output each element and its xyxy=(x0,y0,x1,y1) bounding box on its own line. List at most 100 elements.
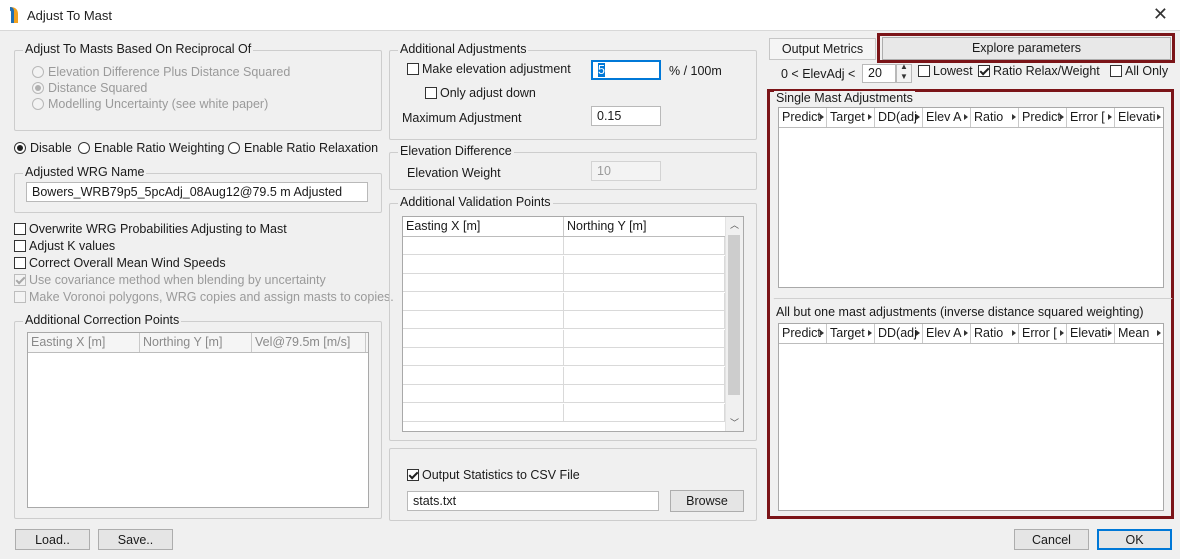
column-menu-icon[interactable] xyxy=(964,114,968,120)
elevation-adjustment-input[interactable]: 5 xyxy=(591,60,661,80)
table-cell[interactable] xyxy=(403,366,564,384)
radio-distance-squared[interactable]: Distance Squared xyxy=(32,81,147,95)
checkbox-output-statistics[interactable]: Output Statistics to CSV File xyxy=(407,468,580,482)
tab-output-metrics[interactable]: Output Metrics xyxy=(769,38,876,60)
stats-filename-input[interactable]: stats.txt xyxy=(407,491,659,511)
column-header[interactable]: Error [ xyxy=(1019,324,1067,343)
table-cell[interactable] xyxy=(564,237,725,254)
column-menu-icon[interactable] xyxy=(916,330,920,336)
column-header[interactable]: Elevati xyxy=(1115,108,1163,127)
table-cell[interactable] xyxy=(403,311,564,328)
cancel-button[interactable]: Cancel xyxy=(1014,529,1089,550)
column-header[interactable]: Predict xyxy=(779,324,827,343)
table-cell[interactable] xyxy=(403,329,564,347)
checkbox-covariance[interactable]: Use covariance method when blending by u… xyxy=(14,273,326,287)
column-menu-icon[interactable] xyxy=(820,330,824,336)
vertical-scrollbar[interactable]: ︿ ﹀ xyxy=(725,217,743,431)
scroll-up-icon[interactable]: ︿ xyxy=(730,218,739,231)
radio-elevation-distance[interactable]: Elevation Difference Plus Distance Squar… xyxy=(32,65,290,79)
radio-modelling-uncertainty[interactable]: Modelling Uncertainty (see white paper) xyxy=(32,97,268,111)
validation-points-table[interactable]: Easting X [m] Northing Y [m] ︿ ﹀ xyxy=(402,216,744,432)
table-cell[interactable] xyxy=(564,292,725,310)
table-row[interactable] xyxy=(403,366,725,385)
column-header[interactable]: Elevati xyxy=(1067,324,1115,343)
scroll-down-icon[interactable]: ﹀ xyxy=(730,416,739,429)
all-but-one-table[interactable]: Predict Target DD(adj Elev A Ratio Error… xyxy=(778,323,1164,511)
table-row[interactable] xyxy=(403,329,725,348)
table-row[interactable] xyxy=(403,311,725,329)
column-menu-icon[interactable] xyxy=(1108,114,1112,120)
ok-button[interactable]: OK xyxy=(1097,529,1172,550)
column-header[interactable]: Ratio xyxy=(971,108,1019,127)
elevadj-spinner[interactable]: ▲ ▼ xyxy=(896,62,912,83)
column-menu-icon[interactable] xyxy=(820,114,824,120)
table-cell[interactable] xyxy=(403,255,564,273)
save-button[interactable]: Save.. xyxy=(98,529,173,550)
column-header[interactable]: DD(adj xyxy=(875,108,923,127)
table-row[interactable] xyxy=(403,255,725,274)
column-menu-icon[interactable] xyxy=(1108,330,1112,336)
single-mast-table[interactable]: Predict Target DD(adj Elev A Ratio Predi… xyxy=(778,107,1164,288)
table-cell[interactable] xyxy=(403,237,564,254)
column-header[interactable]: DD(adj xyxy=(875,324,923,343)
table-cell[interactable] xyxy=(403,385,564,402)
column-menu-icon[interactable] xyxy=(1012,330,1016,336)
table-cell[interactable] xyxy=(564,403,725,421)
max-adjustment-input[interactable]: 0.15 xyxy=(591,106,661,126)
table-cell[interactable] xyxy=(564,366,725,384)
column-header[interactable]: Easting X [m] xyxy=(28,333,140,352)
checkbox-ratio-relax-weight[interactable]: Ratio Relax/Weight xyxy=(978,64,1100,78)
radio-enable-ratio-weighting[interactable]: Enable Ratio Weighting xyxy=(78,141,224,155)
elevation-weight-input[interactable]: 10 xyxy=(591,161,661,181)
adjusted-wrg-name-input[interactable]: Bowers_WRB79p5_5pcAdj_08Aug12@79.5 m Adj… xyxy=(26,182,368,202)
correction-points-table[interactable]: Easting X [m] Northing Y [m] Vel@79.5m [… xyxy=(27,332,369,508)
column-header[interactable]: Northing Y [m] xyxy=(564,217,725,236)
column-header[interactable]: Elev A xyxy=(923,324,971,343)
table-row[interactable] xyxy=(403,403,725,422)
column-menu-icon[interactable] xyxy=(916,114,920,120)
table-row[interactable] xyxy=(403,292,725,311)
table-cell[interactable] xyxy=(403,292,564,310)
column-menu-icon[interactable] xyxy=(1012,114,1016,120)
table-row[interactable] xyxy=(403,237,725,255)
column-header[interactable]: Predict xyxy=(1019,108,1067,127)
checkbox-adjust-k[interactable]: Adjust K values xyxy=(14,239,115,253)
column-menu-icon[interactable] xyxy=(964,330,968,336)
checkbox-lowest[interactable]: Lowest xyxy=(918,64,973,78)
table-row[interactable] xyxy=(403,348,725,366)
column-header[interactable]: Mean xyxy=(1115,324,1163,343)
checkbox-correct-mean[interactable]: Correct Overall Mean Wind Speeds xyxy=(14,256,226,270)
column-menu-icon[interactable] xyxy=(1157,330,1161,336)
table-cell[interactable] xyxy=(564,311,725,328)
column-header[interactable]: Vel@79.5m [m/s] xyxy=(252,333,366,352)
table-row[interactable] xyxy=(403,274,725,292)
column-menu-icon[interactable] xyxy=(1157,114,1161,120)
column-header[interactable]: Target xyxy=(827,324,875,343)
column-header[interactable]: Easting X [m] xyxy=(403,217,564,236)
spin-up-icon[interactable]: ▲ xyxy=(900,62,908,71)
column-header[interactable]: Predict xyxy=(779,108,827,127)
checkbox-all-only[interactable]: All Only xyxy=(1110,64,1168,78)
checkbox-only-adjust-down[interactable]: Only adjust down xyxy=(425,86,536,100)
column-menu-icon[interactable] xyxy=(868,330,872,336)
load-button[interactable]: Load.. xyxy=(15,529,90,550)
elevadj-input[interactable]: 20 xyxy=(862,64,896,83)
scrollbar-thumb[interactable] xyxy=(728,235,740,395)
table-cell[interactable] xyxy=(403,348,564,365)
column-menu-icon[interactable] xyxy=(1060,330,1064,336)
browse-button[interactable]: Browse xyxy=(670,490,744,512)
table-cell[interactable] xyxy=(564,274,725,291)
checkbox-voronoi[interactable]: Make Voronoi polygons, WRG copies and as… xyxy=(14,290,394,304)
column-header[interactable]: Elev A xyxy=(923,108,971,127)
column-menu-icon[interactable] xyxy=(868,114,872,120)
checkbox-make-elevation[interactable]: Make elevation adjustment xyxy=(407,62,571,76)
table-cell[interactable] xyxy=(564,329,725,347)
column-header[interactable]: Ratio xyxy=(971,324,1019,343)
table-cell[interactable] xyxy=(403,274,564,291)
table-cell[interactable] xyxy=(564,348,725,365)
column-header[interactable]: Northing Y [m] xyxy=(140,333,252,352)
column-header[interactable]: Target xyxy=(827,108,875,127)
radio-enable-ratio-relaxation[interactable]: Enable Ratio Relaxation xyxy=(228,141,378,155)
column-menu-icon[interactable] xyxy=(1060,114,1064,120)
spin-down-icon[interactable]: ▼ xyxy=(900,72,908,81)
